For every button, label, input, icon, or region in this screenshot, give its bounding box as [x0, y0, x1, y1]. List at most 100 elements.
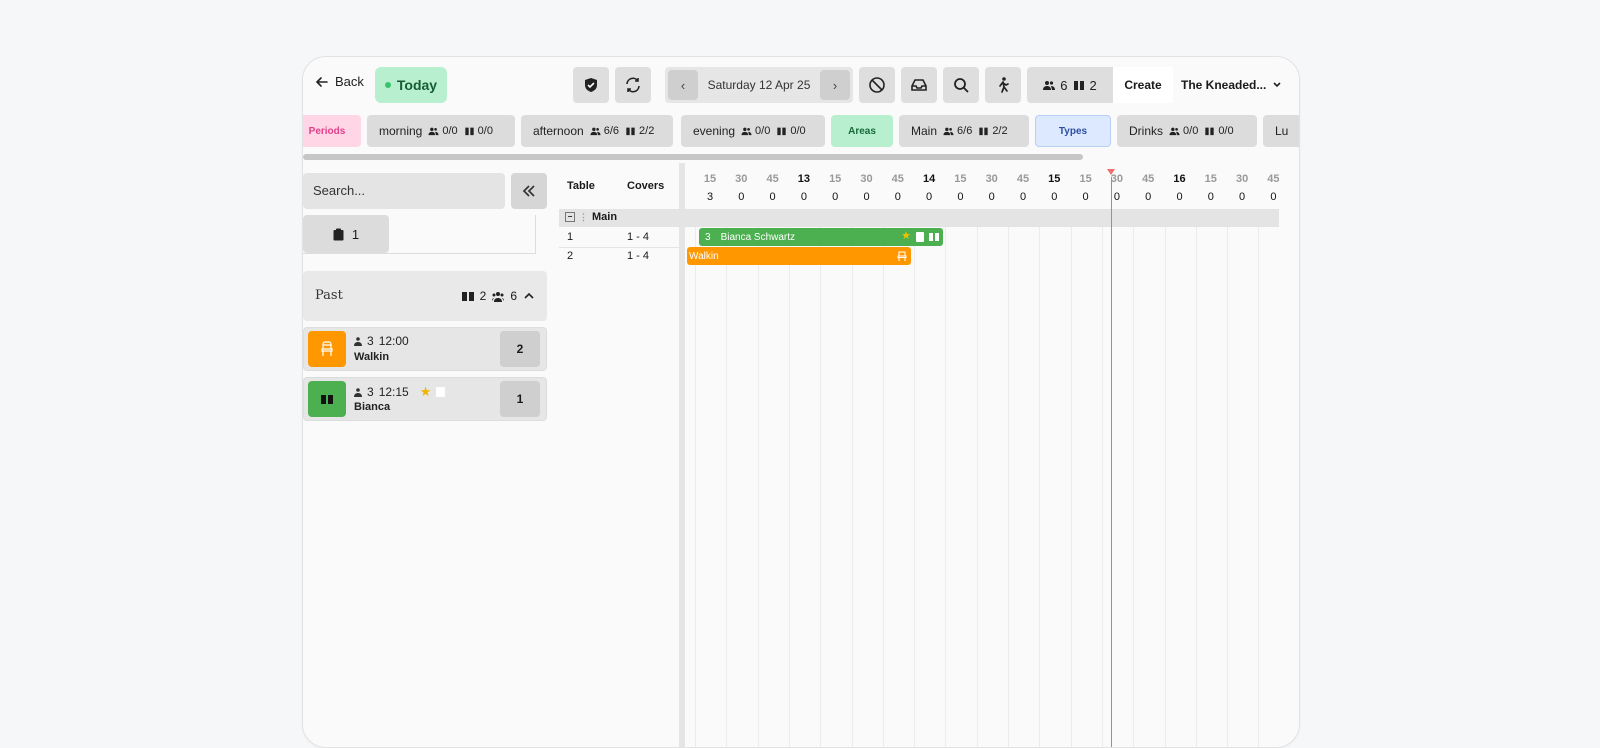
next-day-button[interactable]: ›: [820, 70, 850, 100]
person-icon: [354, 387, 362, 397]
chip-label: Drinks: [1129, 124, 1164, 138]
refresh-icon: [626, 77, 640, 93]
bookings-total: 2: [1089, 77, 1097, 93]
gridline: [726, 209, 728, 747]
chevron-left-icon: ‹: [680, 77, 686, 93]
venue-selector[interactable]: The Kneaded...: [1175, 67, 1293, 103]
slot-cover-count: 0: [800, 191, 807, 203]
timeline-grid: Table Covers 15 3 30 0 45 0 13 0 15 0 30 0 45 0 14 0 15 0…: [559, 163, 1299, 747]
past-section-header[interactable]: Past 2 6: [303, 271, 547, 321]
clipboard-filter-button[interactable]: 1: [303, 215, 389, 253]
chip-evening[interactable]: evening 0/0 0/0: [681, 115, 825, 147]
slot-cover-count: 0: [769, 191, 776, 203]
collapse-sidebar-button[interactable]: [511, 173, 547, 209]
chip-morning[interactable]: morning 0/0 0/0: [367, 115, 515, 147]
back-button[interactable]: Back: [315, 74, 364, 89]
time-tick: 13: [797, 173, 811, 185]
chip-label: Lu: [1275, 124, 1289, 138]
book-icon: [1205, 127, 1214, 136]
slot-cover-count: 0: [1082, 191, 1089, 203]
col-table-header: Table: [567, 180, 595, 192]
block-button[interactable]: [859, 67, 895, 103]
inbox-button[interactable]: [901, 67, 937, 103]
chip-bookings: 0/0: [477, 125, 493, 137]
chevron-right-icon: ›: [832, 77, 838, 93]
card-table: 1: [500, 381, 540, 417]
card-time: 12:15: [378, 385, 409, 399]
reservation-card[interactable]: 3 12:15 ★ Bianca 1: [303, 377, 547, 421]
past-bookings: 2: [479, 289, 487, 303]
table-number: 1: [567, 231, 574, 243]
chip-covers: 6/6: [957, 125, 973, 137]
date-label[interactable]: Saturday 12 Apr 25: [701, 67, 817, 103]
chip-afternoon[interactable]: afternoon 6/6 2/2: [521, 115, 673, 147]
time-tick: 14: [922, 173, 936, 185]
today-label: Today: [396, 77, 438, 93]
walkin-bar[interactable]: Walkin: [687, 247, 911, 265]
venue-label: The Kneaded...: [1181, 78, 1267, 92]
collapse-area-icon[interactable]: −: [565, 212, 575, 222]
date-navigator: ‹ Saturday 12 Apr 25 ›: [665, 67, 853, 103]
card-covers: 3: [367, 334, 374, 348]
reservation-bar[interactable]: 3 Bianca Schwartz ★: [699, 228, 943, 246]
slot-cover-count: 0: [863, 191, 870, 203]
clipboard-icon: [333, 228, 344, 240]
slot-cover-count: 0: [1270, 191, 1277, 203]
slot-cover-count: 0: [1145, 191, 1152, 203]
periods-label: Periods: [303, 115, 361, 147]
chevron-up-icon[interactable]: [523, 291, 535, 302]
chip-drinks[interactable]: Drinks 0/0 0/0: [1117, 115, 1257, 147]
table-row[interactable]: 2 1 - 4: [559, 247, 681, 266]
gridline: [1164, 209, 1166, 747]
time-tick: 45: [891, 173, 904, 185]
chip-covers: 0/0: [755, 125, 771, 137]
card-name: Walkin: [354, 351, 390, 363]
note-icon: [436, 387, 446, 397]
time-tick: 15: [1204, 173, 1217, 185]
horizontal-scrollbar[interactable]: [303, 154, 1083, 160]
refresh-button[interactable]: [615, 67, 651, 103]
create-button[interactable]: Create: [1113, 67, 1173, 103]
time-tick: 15: [1079, 173, 1092, 185]
current-time-marker: [1107, 169, 1115, 175]
area-row-main[interactable]: − ⋮ Main: [559, 209, 1279, 227]
time-header: 15 3 30 0 45 0 13 0 15 0 30 0 45 0 14 0 15 0 30 0 45 0 15 0 15 0 3…: [687, 163, 1279, 209]
top-bar: Back Today ‹ Saturday 12 Apr 25 › 6 2 Cr…: [303, 57, 1299, 113]
chip-covers: 6/6: [603, 125, 620, 137]
slot-cover-count: 0: [957, 191, 964, 203]
shield-button[interactable]: [573, 67, 609, 103]
chip-label: evening: [693, 124, 736, 138]
chip-covers: 0/0: [1183, 125, 1199, 137]
prev-day-button[interactable]: ‹: [668, 70, 698, 100]
gridline: [851, 209, 853, 747]
card-time: 12:00: [378, 334, 409, 348]
status-dot: [384, 82, 391, 88]
areas-label: Areas: [831, 115, 893, 147]
gridline: [976, 209, 978, 747]
chip-bookings: 2/2: [992, 125, 1008, 137]
chip-bookings: 0/0: [790, 125, 806, 137]
search-input[interactable]: Search...: [303, 173, 505, 209]
table-row[interactable]: 1 1 - 4: [559, 228, 681, 248]
chip-main[interactable]: Main 6/6 2/2: [899, 115, 1029, 147]
gridline: [945, 209, 947, 747]
gridline: [1195, 209, 1197, 747]
types-label: Types: [1035, 115, 1111, 147]
today-button[interactable]: Today: [375, 67, 447, 103]
search-button[interactable]: [943, 67, 979, 103]
slot-cover-count: 0: [1239, 191, 1246, 203]
table-number: 2: [567, 250, 574, 262]
chevron-down-icon: [1273, 82, 1281, 88]
app-window: Back Today ‹ Saturday 12 Apr 25 › 6 2 Cr…: [302, 56, 1300, 748]
gridline: [1039, 209, 1041, 747]
filter-chips-row: Periods morning 0/0 0/0 afternoon 6/6 2/…: [303, 115, 1299, 151]
time-tick: 45: [1142, 173, 1155, 185]
gridline: [1258, 209, 1260, 747]
chip-lunch[interactable]: Lu: [1263, 115, 1299, 147]
slot-cover-count: 0: [988, 191, 995, 203]
time-tick: 45: [766, 173, 779, 185]
book-icon: [1073, 81, 1084, 90]
gridline: [1227, 209, 1229, 747]
reservation-card[interactable]: 3 12:00 Walkin 2: [303, 327, 547, 371]
walkin-button[interactable]: [985, 67, 1021, 103]
